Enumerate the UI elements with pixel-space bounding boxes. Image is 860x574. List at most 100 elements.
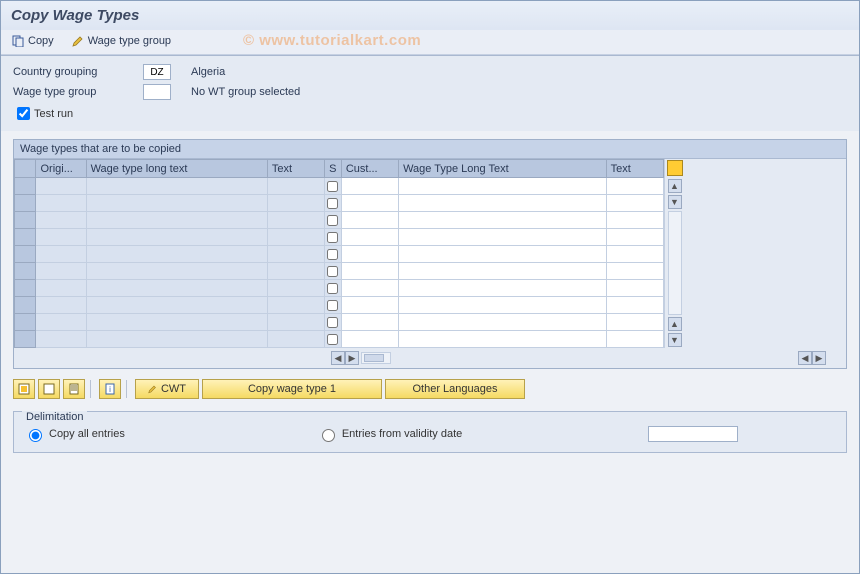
row-selector[interactable] (15, 246, 36, 263)
cell-s[interactable] (325, 229, 342, 246)
cell-wtlt2[interactable] (399, 195, 607, 212)
cell-cust[interactable] (341, 280, 398, 297)
cell-text[interactable] (267, 314, 324, 331)
cell-text[interactable] (267, 331, 324, 348)
cell-wtlt[interactable] (86, 263, 267, 280)
cell-wtlt[interactable] (86, 229, 267, 246)
cell-origi[interactable] (36, 229, 86, 246)
s-checkbox[interactable] (327, 215, 338, 226)
cell-wtlt2[interactable] (399, 331, 607, 348)
configure-columns-icon[interactable] (667, 160, 683, 176)
cell-wtlt2[interactable] (399, 178, 607, 195)
cell-cust[interactable] (341, 212, 398, 229)
copy-wage-type-1-button[interactable]: Copy wage type 1 (202, 379, 382, 399)
cell-cust[interactable] (341, 229, 398, 246)
s-checkbox[interactable] (327, 266, 338, 277)
row-selector[interactable] (15, 331, 36, 348)
table-row[interactable] (15, 263, 664, 280)
table-row[interactable] (15, 229, 664, 246)
scrollbar-vertical[interactable] (668, 211, 682, 315)
cell-cust[interactable] (341, 178, 398, 195)
cell-text[interactable] (267, 195, 324, 212)
cell-origi[interactable] (36, 178, 86, 195)
cell-origi[interactable] (36, 246, 86, 263)
entries-from-date-radio[interactable]: Entries from validity date (317, 426, 462, 442)
s-checkbox[interactable] (327, 334, 338, 345)
cell-text2[interactable] (606, 263, 663, 280)
row-selector[interactable] (15, 263, 36, 280)
cell-wtlt2[interactable] (399, 280, 607, 297)
wage-type-group-input[interactable] (143, 84, 171, 100)
cell-s[interactable] (325, 280, 342, 297)
cell-s[interactable] (325, 246, 342, 263)
s-checkbox[interactable] (327, 317, 338, 328)
cell-cust[interactable] (341, 263, 398, 280)
s-checkbox[interactable] (327, 249, 338, 260)
cell-wtlt[interactable] (86, 331, 267, 348)
hscroll-left2-icon[interactable]: ◀ (798, 351, 812, 365)
cell-text2[interactable] (606, 280, 663, 297)
scroll-up-icon[interactable]: ▲ (668, 179, 682, 193)
info-button[interactable]: i (99, 379, 121, 399)
col-cust[interactable]: Cust... (341, 160, 398, 178)
s-checkbox[interactable] (327, 181, 338, 192)
wage-type-group-button[interactable]: Wage type group (69, 34, 174, 48)
cell-wtlt2[interactable] (399, 246, 607, 263)
entries-from-radio-input[interactable] (322, 429, 335, 442)
wage-types-table[interactable]: Origi... Wage type long text Text S Cust… (14, 159, 664, 348)
cell-cust[interactable] (341, 195, 398, 212)
deselect-all-button[interactable] (38, 379, 60, 399)
cell-origi[interactable] (36, 331, 86, 348)
table-row[interactable] (15, 280, 664, 297)
table-row[interactable] (15, 331, 664, 348)
cwt-button[interactable]: CWT (135, 379, 199, 399)
cell-wtlt[interactable] (86, 178, 267, 195)
copy-all-radio-input[interactable] (29, 429, 42, 442)
row-selector[interactable] (15, 195, 36, 212)
copy-all-entries-radio[interactable]: Copy all entries (24, 426, 125, 442)
table-row[interactable] (15, 297, 664, 314)
validity-date-input[interactable] (648, 426, 738, 442)
cell-wtlt2[interactable] (399, 297, 607, 314)
cell-s[interactable] (325, 263, 342, 280)
cell-origi[interactable] (36, 297, 86, 314)
s-checkbox[interactable] (327, 300, 338, 311)
cell-wtlt[interactable] (86, 195, 267, 212)
cell-text2[interactable] (606, 314, 663, 331)
cell-text[interactable] (267, 263, 324, 280)
col-origi[interactable]: Origi... (36, 160, 86, 178)
table-row[interactable] (15, 212, 664, 229)
col-text[interactable]: Text (267, 160, 324, 178)
cell-text[interactable] (267, 212, 324, 229)
cell-wtlt2[interactable] (399, 263, 607, 280)
cell-text2[interactable] (606, 246, 663, 263)
cell-cust[interactable] (341, 246, 398, 263)
row-selector[interactable] (15, 178, 36, 195)
cell-s[interactable] (325, 178, 342, 195)
cell-cust[interactable] (341, 297, 398, 314)
document-button[interactable] (63, 379, 85, 399)
row-selector[interactable] (15, 212, 36, 229)
row-selector[interactable] (15, 280, 36, 297)
cell-wtlt2[interactable] (399, 229, 607, 246)
test-run-checkbox[interactable] (17, 107, 30, 120)
cell-text2[interactable] (606, 195, 663, 212)
row-selector-header[interactable] (15, 160, 36, 178)
country-grouping-input[interactable] (143, 64, 171, 80)
s-checkbox[interactable] (327, 232, 338, 243)
col-wtlt2[interactable]: Wage Type Long Text (399, 160, 607, 178)
cell-s[interactable] (325, 331, 342, 348)
cell-wtlt[interactable] (86, 297, 267, 314)
s-checkbox[interactable] (327, 283, 338, 294)
cell-s[interactable] (325, 195, 342, 212)
table-row[interactable] (15, 195, 664, 212)
cell-origi[interactable] (36, 263, 86, 280)
cell-wtlt2[interactable] (399, 212, 607, 229)
cell-wtlt[interactable] (86, 314, 267, 331)
table-row[interactable] (15, 314, 664, 331)
cell-wtlt[interactable] (86, 280, 267, 297)
scroll-up2-icon[interactable]: ▲ (668, 317, 682, 331)
cell-wtlt[interactable] (86, 246, 267, 263)
scrollbar-horizontal-1[interactable] (361, 352, 391, 364)
cell-s[interactable] (325, 314, 342, 331)
